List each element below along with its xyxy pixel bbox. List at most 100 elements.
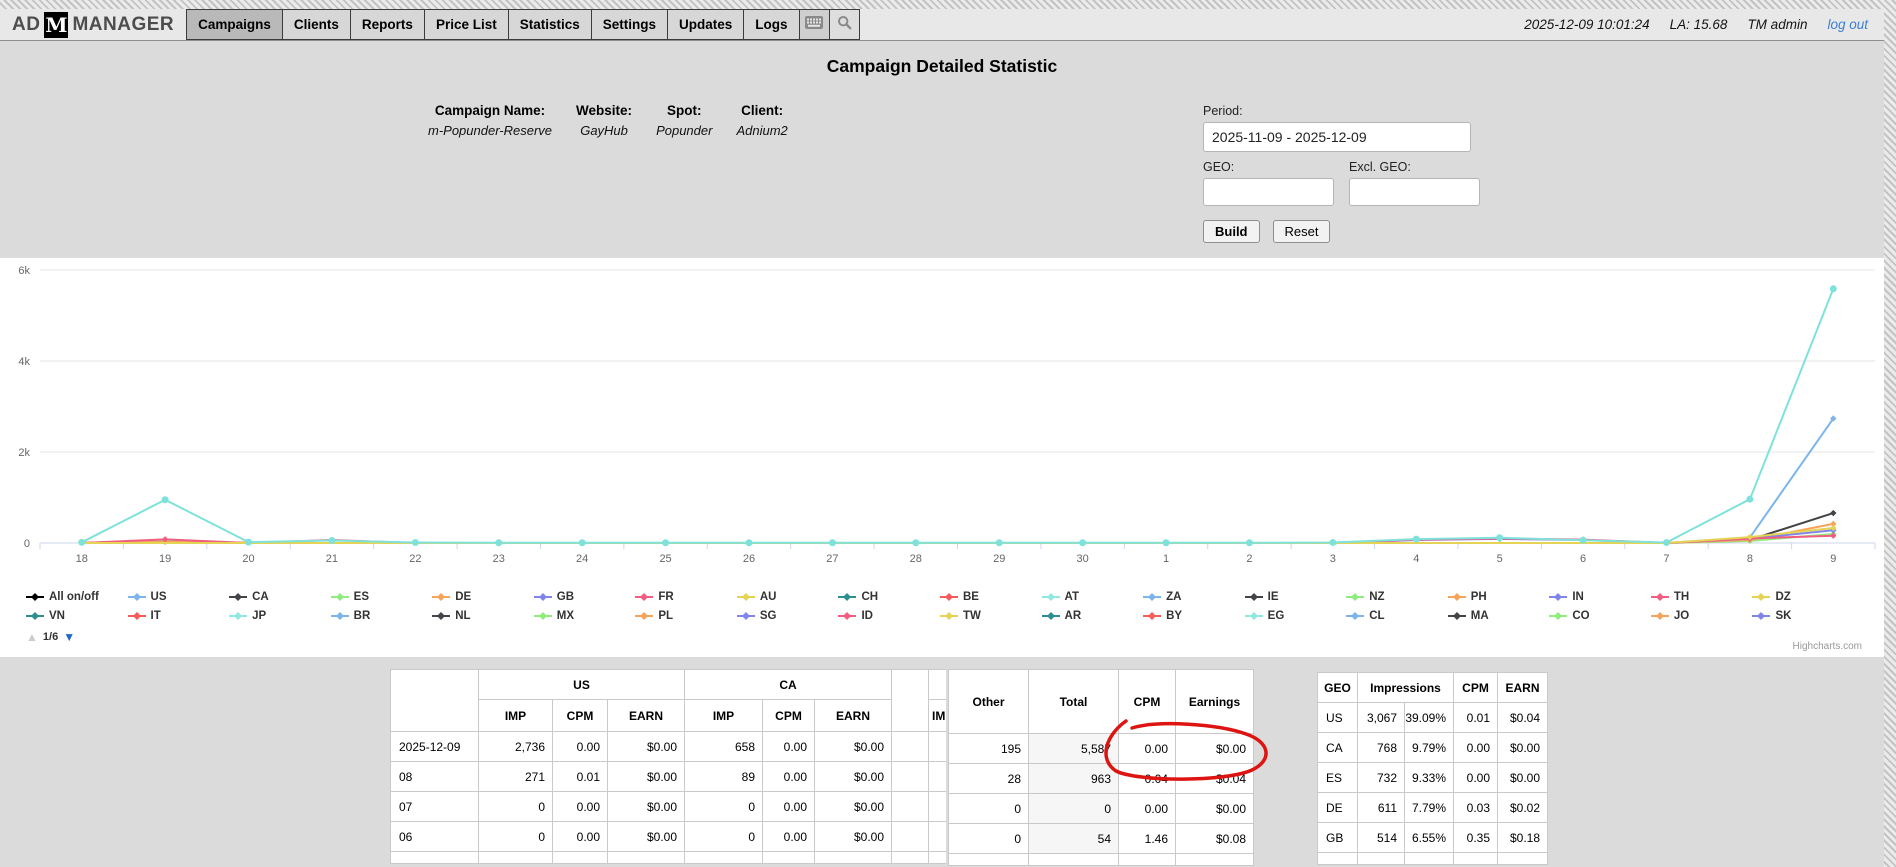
geo-row: ES7329.33%0.00$0.00	[1318, 763, 1548, 793]
legend-item-br[interactable]: BR	[331, 608, 433, 624]
legend-item-id[interactable]: ID	[838, 608, 940, 624]
legend-item-sk[interactable]: SK	[1752, 608, 1854, 624]
legend-item-jp[interactable]: JP	[229, 608, 331, 624]
filter-panel: Period: GEO: Excl. GEO: Build Reset	[1203, 104, 1483, 243]
legend-item-za[interactable]: ZA	[1143, 589, 1245, 605]
table-cell	[1358, 853, 1405, 865]
geo-cpm-header: CPM	[1454, 673, 1498, 703]
legend-item-th[interactable]: TH	[1651, 589, 1753, 605]
table-cell: 5,587	[1029, 734, 1119, 764]
geo-row: US3,06739.09%0.01$0.04	[1318, 703, 1548, 733]
table-cell: 0.00	[763, 822, 815, 852]
main-nav: CampaignsClientsReportsPrice ListStatist…	[186, 9, 799, 40]
svg-text:9: 9	[1830, 553, 1836, 565]
daily-total-header: Total	[1029, 670, 1119, 734]
tab-settings[interactable]: Settings	[592, 9, 668, 40]
tab-campaigns[interactable]: Campaigns	[187, 9, 283, 40]
legend-item-ma[interactable]: MA	[1448, 608, 1550, 624]
daily-totals-row: 289630.04$0.04	[949, 764, 1254, 794]
legend-item-pl[interactable]: PL	[635, 608, 737, 624]
legend-item-de[interactable]: DE	[432, 589, 534, 605]
legend-item-in[interactable]: IN	[1549, 589, 1651, 605]
svg-text:8: 8	[1747, 553, 1753, 565]
build-button[interactable]: Build	[1203, 220, 1260, 243]
legend-item-eg[interactable]: EG	[1245, 608, 1347, 624]
keyboard-icon	[805, 16, 823, 34]
reset-button[interactable]: Reset	[1273, 220, 1331, 243]
info-label: Client:	[741, 103, 783, 118]
legend-item-at[interactable]: AT	[1042, 589, 1144, 605]
table-cell: $0.00	[608, 822, 685, 852]
legend-item-jo[interactable]: JO	[1651, 608, 1753, 624]
table-cell: 6.55%	[1405, 823, 1454, 853]
table-cell: 768	[1358, 733, 1405, 763]
info-value: Popunder	[656, 123, 712, 138]
legend-item-tw[interactable]: TW	[940, 608, 1042, 624]
tab-price-list[interactable]: Price List	[425, 9, 509, 40]
header-datetime: 2025-12-09 10:01:24	[1524, 17, 1649, 32]
excl-geo-input[interactable]	[1349, 178, 1480, 206]
search-button[interactable]	[830, 9, 860, 40]
legend-label: NZ	[1369, 591, 1384, 603]
legend-label: BE	[963, 591, 979, 603]
geo-summary-table: GEO Impressions CPM EARN US3,06739.09%0.…	[1317, 672, 1548, 865]
table-cell: 0.00	[553, 822, 608, 852]
legend-item-nl[interactable]: NL	[432, 608, 534, 624]
svg-text:26: 26	[743, 553, 755, 565]
legend-item-ch[interactable]: CH	[838, 589, 940, 605]
geo-row: CA7689.79%0.00$0.00	[1318, 733, 1548, 763]
table-cell: 0	[1029, 794, 1119, 824]
legend-item-nz[interactable]: NZ	[1346, 589, 1448, 605]
legend-item-es[interactable]: ES	[331, 589, 433, 605]
legend-label: All on/off	[49, 591, 99, 603]
tab-clients[interactable]: Clients	[283, 9, 351, 40]
keyboard-button[interactable]	[800, 9, 830, 40]
table-cell: $0.00	[1498, 733, 1548, 763]
legend-item-ph[interactable]: PH	[1448, 589, 1550, 605]
legend-item-gb[interactable]: GB	[534, 589, 636, 605]
legend-label: AT	[1065, 591, 1079, 603]
legend-item-ar[interactable]: AR	[1042, 608, 1144, 624]
table-cell: 732	[1358, 763, 1405, 793]
header-status: 2025-12-09 10:01:24 LA: 15.68 TM admin l…	[1524, 9, 1884, 40]
table-cell	[892, 792, 929, 822]
legend-item-be[interactable]: BE	[940, 589, 1042, 605]
tab-logs[interactable]: Logs	[744, 9, 799, 40]
legend-item-ie[interactable]: IE	[1245, 589, 1347, 605]
legend-label: DE	[455, 591, 471, 603]
table-cell: 08	[391, 762, 479, 792]
table-cell	[1498, 853, 1548, 865]
tab-statistics[interactable]: Statistics	[509, 9, 592, 40]
svg-text:4: 4	[1413, 553, 1419, 565]
legend-item-co[interactable]: CO	[1549, 608, 1651, 624]
geo-input[interactable]	[1203, 178, 1334, 206]
svg-text:27: 27	[826, 553, 838, 565]
legend-page-down-icon[interactable]: ▼	[63, 630, 75, 644]
period-input[interactable]	[1203, 122, 1471, 152]
legend-item-by[interactable]: BY	[1143, 608, 1245, 624]
table-cell	[892, 822, 929, 852]
legend-pager: ▲ 1/6 ▼	[0, 624, 1884, 644]
svg-text:2k: 2k	[18, 447, 30, 459]
legend-item-fr[interactable]: FR	[635, 589, 737, 605]
legend-item-cl[interactable]: CL	[1346, 608, 1448, 624]
table-cell	[553, 852, 608, 864]
legend-page-up-icon[interactable]: ▲	[26, 630, 38, 644]
daily-ca-cpm-header: CPM	[763, 700, 815, 732]
legend-item-all-on-off[interactable]: All on/off	[26, 589, 128, 605]
legend-item-vn[interactable]: VN	[26, 608, 128, 624]
tab-reports[interactable]: Reports	[351, 9, 425, 40]
legend-item-it[interactable]: IT	[128, 608, 230, 624]
table-cell: $0.04	[1176, 764, 1254, 794]
legend-item-ca[interactable]: CA	[229, 589, 331, 605]
legend-item-us[interactable]: US	[128, 589, 230, 605]
legend-label: ZA	[1166, 591, 1181, 603]
legend-item-mx[interactable]: MX	[534, 608, 636, 624]
legend-item-sg[interactable]: SG	[737, 608, 839, 624]
table-cell: 195	[949, 734, 1029, 764]
logout-link[interactable]: log out	[1827, 17, 1868, 32]
geo-label: GEO:	[1203, 160, 1334, 174]
legend-item-dz[interactable]: DZ	[1752, 589, 1854, 605]
legend-item-au[interactable]: AU	[737, 589, 839, 605]
tab-updates[interactable]: Updates	[668, 9, 744, 40]
